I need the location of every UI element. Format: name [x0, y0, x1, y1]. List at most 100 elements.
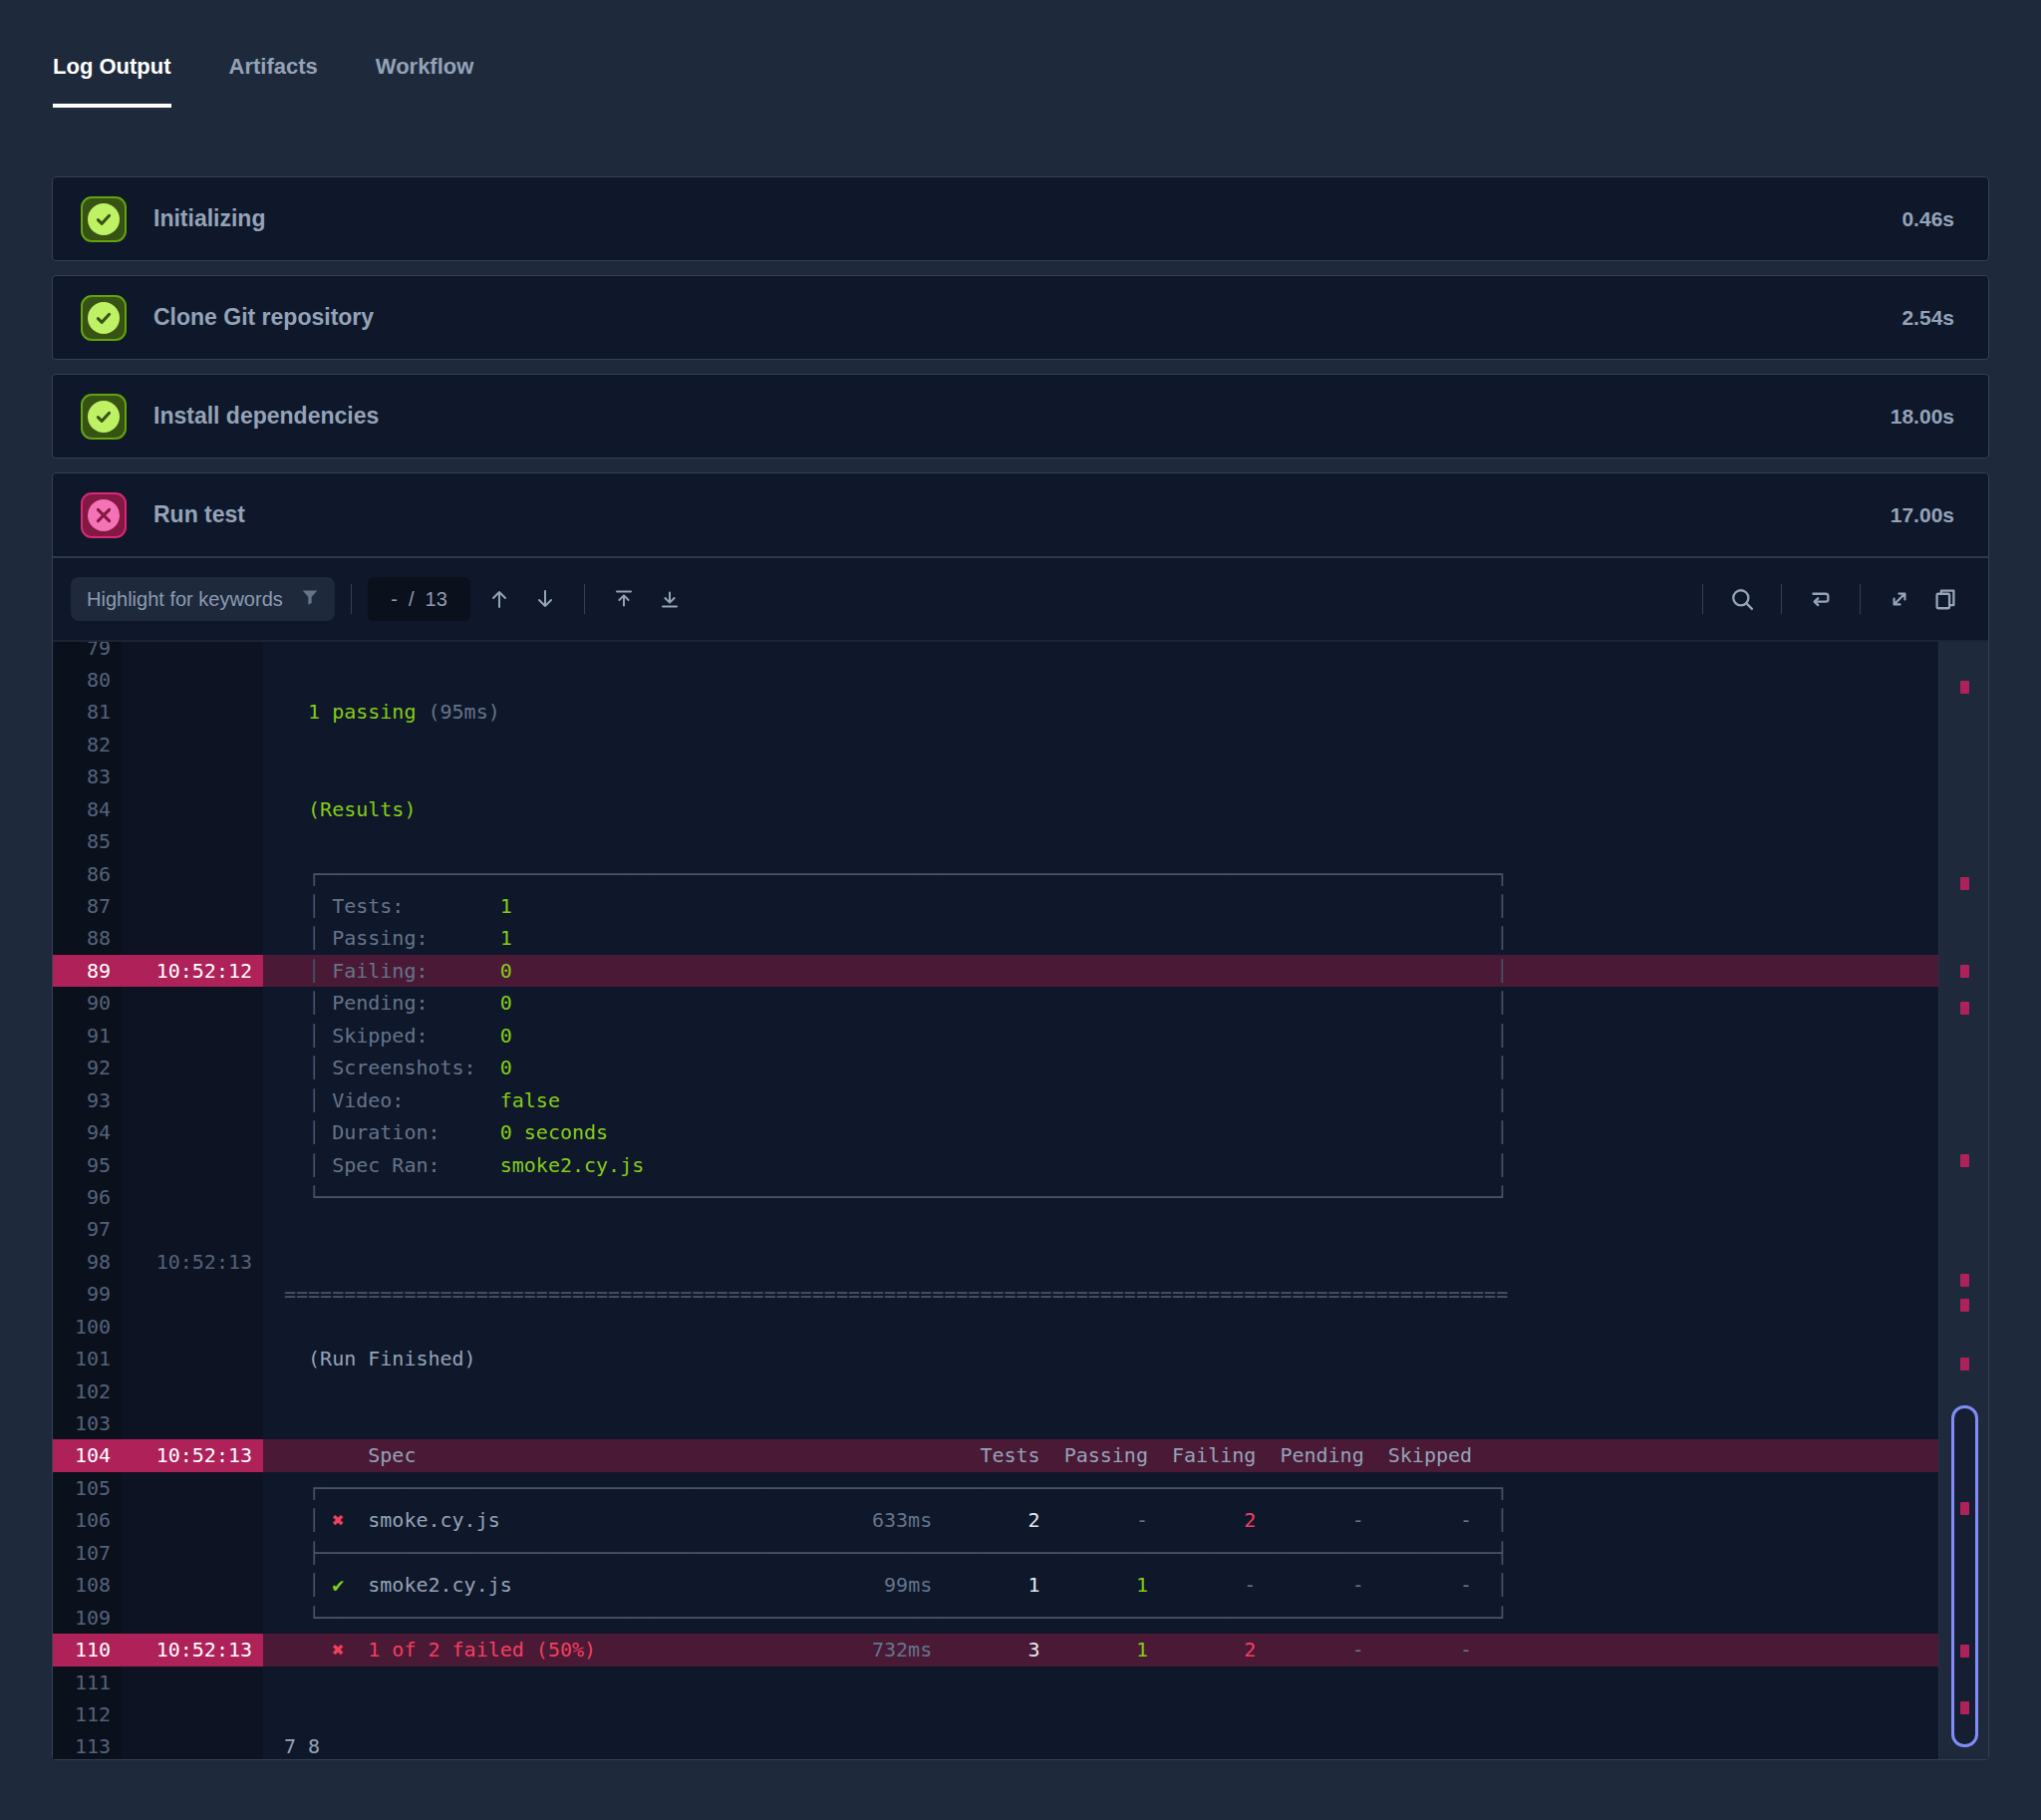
line-number: 111: [53, 1667, 122, 1698]
line-timestamp: [122, 1213, 263, 1245]
line-number: 91: [53, 1020, 122, 1052]
log-line-79: 79: [53, 640, 1938, 664]
wrap-lines-icon[interactable]: [1798, 576, 1844, 622]
line-timestamp: [122, 1278, 263, 1310]
line-number: 89: [53, 955, 122, 987]
line-timestamp: [122, 793, 263, 825]
log-line-87: 87│Tests:1│: [53, 890, 1938, 922]
expand-icon[interactable]: [1877, 576, 1922, 622]
line-number: 95: [53, 1149, 122, 1181]
log-line-95: 95│Spec Ran:smoke2.cy.js│: [53, 1149, 1938, 1181]
line-number: 107: [53, 1537, 122, 1569]
tab-log-output[interactable]: Log Output: [53, 54, 171, 108]
search-icon[interactable]: [1719, 576, 1765, 622]
log-line-81: 811 passing(95ms): [53, 696, 1938, 728]
line-number: 97: [53, 1213, 122, 1245]
line-number: 96: [53, 1181, 122, 1213]
highlight-placeholder: Highlight for keywords: [87, 588, 299, 611]
step-card-run-test: Run test17.00sHighlight for keywords- / …: [52, 472, 1989, 1760]
line-number: 81: [53, 696, 122, 728]
log-line-103: 103: [53, 1407, 1938, 1439]
line-number: 94: [53, 1116, 122, 1148]
step-title: Clone Git repository: [153, 304, 374, 331]
minimap-marker: [1960, 1274, 1969, 1287]
line-timestamp: [122, 1667, 263, 1698]
log-line-113: 1137 8: [53, 1730, 1938, 1759]
line-timestamp: [122, 1149, 263, 1181]
line-number: 90: [53, 987, 122, 1019]
line-timestamp: [122, 890, 263, 922]
scroll-to-bottom-icon[interactable]: [647, 576, 693, 622]
log-line-99: 99======================================…: [53, 1278, 1938, 1310]
step-duration: 2.54s: [1901, 306, 1954, 330]
scroll-to-top-icon[interactable]: [601, 576, 647, 622]
minimap-strip[interactable]: [1938, 642, 1988, 1759]
minimap-marker: [1960, 1002, 1969, 1015]
next-match-icon[interactable]: [522, 576, 568, 622]
line-number: 106: [53, 1504, 122, 1536]
step-header-3[interactable]: Run test17.00s: [53, 473, 1988, 556]
line-timestamp: [122, 1084, 263, 1116]
log-line-94: 94│Duration:0 seconds│: [53, 1116, 1938, 1148]
line-timestamp: [122, 1311, 263, 1343]
minimap-marker: [1960, 877, 1969, 890]
minimap-marker: [1960, 1154, 1969, 1167]
line-timestamp: [122, 1730, 263, 1759]
line-timestamp: [122, 729, 263, 760]
line-number: 101: [53, 1343, 122, 1374]
minimap-viewport-indicator[interactable]: [1951, 1405, 1978, 1747]
prev-match-icon[interactable]: [476, 576, 522, 622]
toolbar-divider: [351, 584, 352, 614]
toolbar-divider: [584, 584, 585, 614]
step-card-initializing: Initializing0.46s: [52, 176, 1989, 261]
step-success-icon: [81, 295, 127, 341]
line-number: 103: [53, 1407, 122, 1439]
line-number: 84: [53, 793, 122, 825]
line-number: 108: [53, 1569, 122, 1601]
line-number: 79: [53, 640, 122, 664]
line-timestamp: 10:52:13: [122, 1246, 263, 1278]
line-number: 105: [53, 1472, 122, 1504]
line-number: 92: [53, 1052, 122, 1083]
line-number: 99: [53, 1278, 122, 1310]
copy-icon[interactable]: [1922, 576, 1968, 622]
line-number: 83: [53, 760, 122, 792]
step-success-icon: [81, 196, 127, 242]
line-number: 100: [53, 1311, 122, 1343]
line-timestamp: [122, 664, 263, 696]
line-timestamp: [122, 858, 263, 890]
step-header-2[interactable]: Install dependencies18.00s: [53, 375, 1988, 457]
minimap-marker: [1960, 965, 1969, 978]
line-timestamp: 10:52:13: [122, 1634, 263, 1666]
step-success-icon: [81, 394, 127, 440]
log-line-106: 106│✖smoke.cy.js633ms2-2--│: [53, 1504, 1938, 1536]
log-line-84: 84(Results): [53, 793, 1938, 825]
step-header-1[interactable]: Clone Git repository 2.54s: [53, 276, 1988, 359]
minimap-marker: [1960, 1502, 1969, 1515]
toolbar-divider: [1781, 584, 1782, 614]
toolbar-divider: [1860, 584, 1861, 614]
line-timestamp: [122, 1537, 263, 1569]
log-line-107: 107├────────────────────────────────────…: [53, 1537, 1938, 1569]
step-header-0[interactable]: Initializing0.46s: [53, 177, 1988, 260]
highlight-keywords-input[interactable]: Highlight for keywords: [71, 577, 335, 621]
step-card-clone-git-repository: Clone Git repository 2.54s: [52, 275, 1989, 360]
minimap-marker: [1960, 1299, 1969, 1312]
step-card-install-dependencies: Install dependencies18.00s: [52, 374, 1989, 458]
log-line-82: 82: [53, 729, 1938, 760]
log-line-109: 109└────────────────────────────────────…: [53, 1602, 1938, 1634]
log-viewport[interactable]: 7980811 passing(95ms)828384(Results)8586…: [53, 640, 1988, 1759]
tab-workflow[interactable]: Workflow: [376, 54, 474, 108]
line-timestamp: [122, 760, 263, 792]
tab-artifacts[interactable]: Artifacts: [229, 54, 318, 108]
line-number: 110: [53, 1634, 122, 1666]
line-timestamp: [122, 1020, 263, 1052]
line-number: 85: [53, 825, 122, 857]
line-timestamp: 10:52:13: [122, 1439, 263, 1471]
line-timestamp: [122, 1343, 263, 1374]
log-line-105: 105┌────────────────────────────────────…: [53, 1472, 1938, 1504]
log-line-91: 91│Skipped:0│: [53, 1020, 1938, 1052]
step-duration: 0.46s: [1901, 207, 1954, 231]
log-line-90: 90│Pending:0│: [53, 987, 1938, 1019]
line-timestamp: [122, 1569, 263, 1601]
